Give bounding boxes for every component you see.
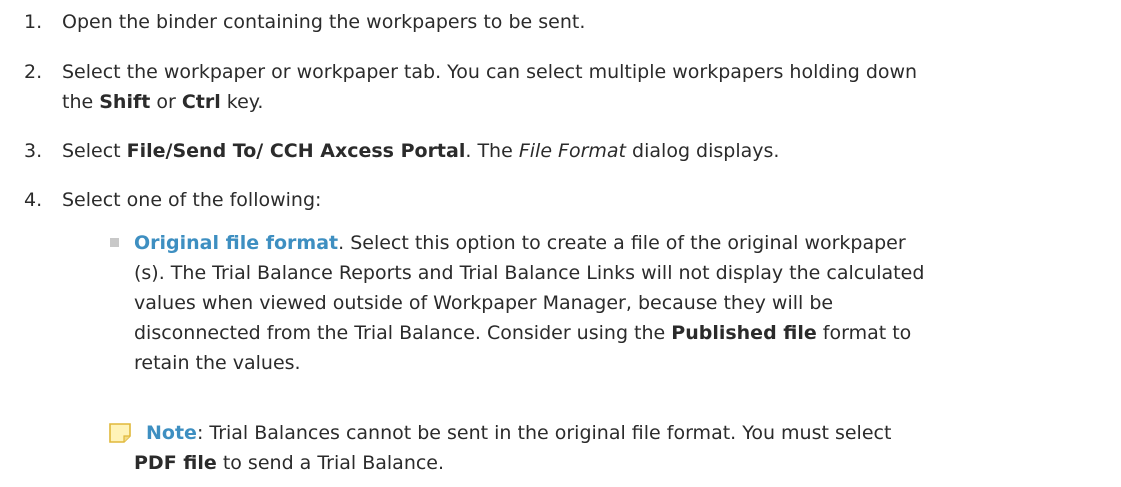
ctrl-key-label: Ctrl [181,91,221,113]
step-number: 2. [24,61,43,83]
step-text: Select the workpaper or workpaper tab. Y… [62,61,918,113]
shift-key-label: Shift [99,91,151,113]
note-label: Note [146,422,197,444]
published-file-label: Published file [671,322,817,344]
step-text: Select File/Send To/ CCH Axcess Portal. … [62,140,780,162]
step-number: 1. [24,11,43,33]
original-file-format-link[interactable]: Original file format [134,232,338,254]
option-original-file-format: Original file format. Select this option… [134,232,925,374]
step-text: Select one of the following: [62,189,322,211]
step-text: Open the binder containing the workpaper… [62,11,586,33]
bullet-marker [110,238,119,247]
note-icon [108,420,131,443]
step-number: 4. [24,189,43,211]
pdf-file-label: PDF file [134,452,217,474]
step-number: 3. [24,140,43,162]
dialog-name: File Format [518,140,627,162]
note-block: Note: Trial Balances cannot be sent in t… [134,422,892,474]
menu-path: File/Send To/ CCH Axcess Portal [126,140,466,162]
